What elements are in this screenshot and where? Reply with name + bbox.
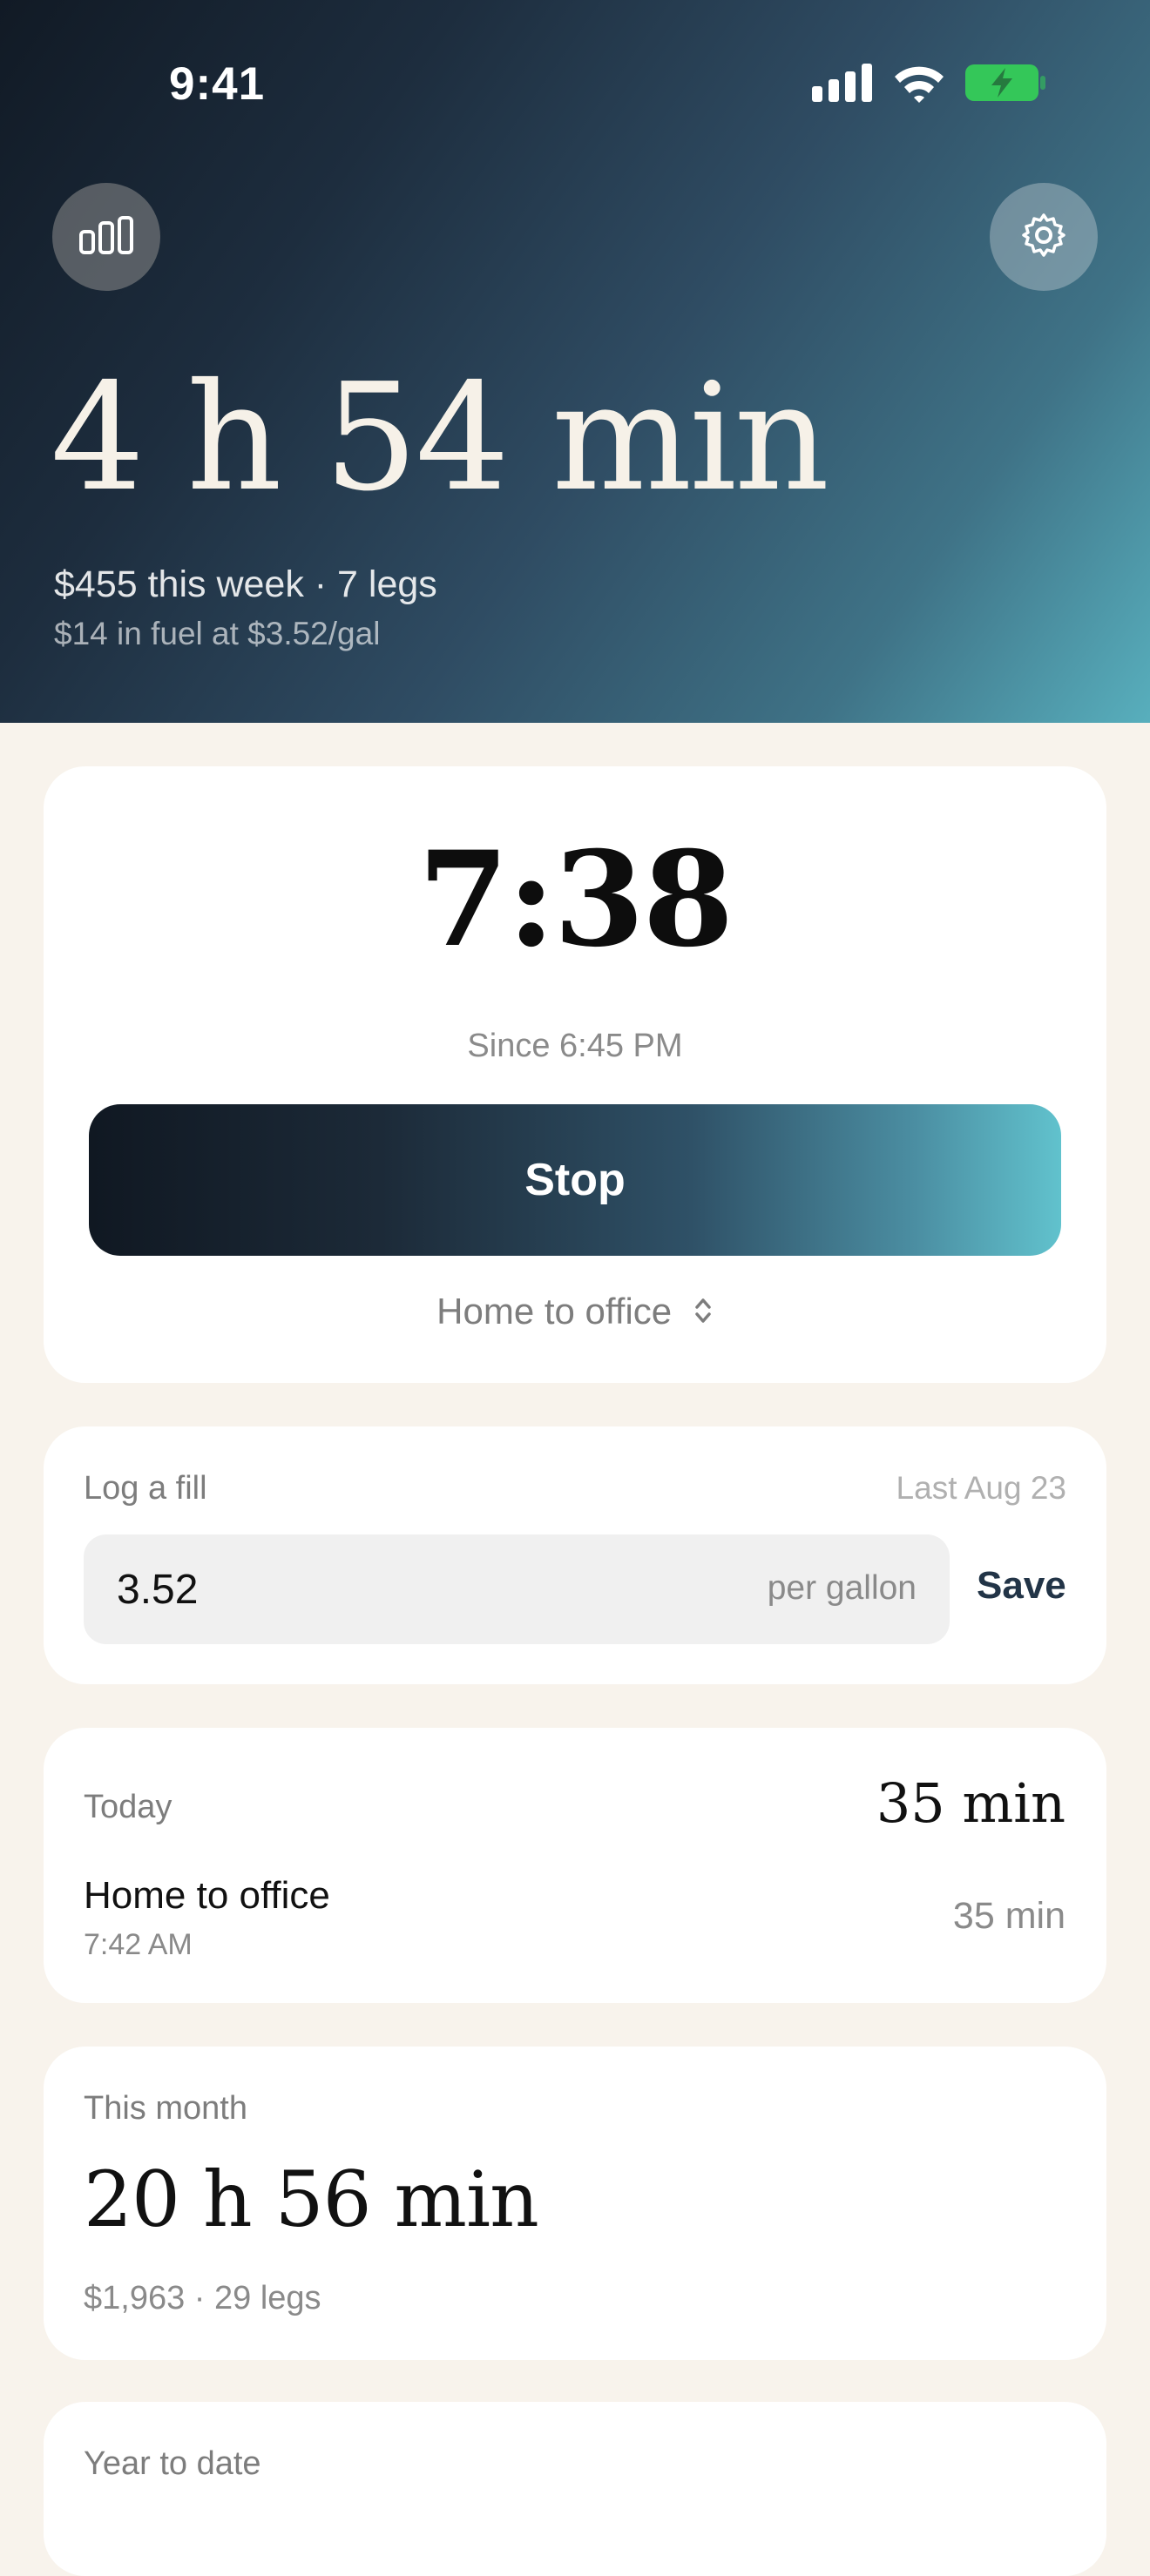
summary-header: 9:41 4 h 54 min $455 this week · 7 legs … [0,0,1150,723]
month-label: This month [84,2090,247,2127]
log-fill-label: Log a fill [84,1470,207,1507]
fuel-summary: $14 in fuel at $3.52/gal [54,616,381,651]
bar-chart-icon [78,215,134,259]
month-total: 20 h 56 min [84,2155,539,2244]
stop-button[interactable]: Stop [89,1104,1061,1256]
leg-duration: 35 min [952,1895,1065,1937]
elapsed-timer: 7:38 [417,823,734,976]
save-button[interactable]: Save [977,1564,1066,1608]
status-bar-time: 9:41 [169,58,266,110]
stats-button[interactable] [52,183,160,291]
fuel-price-unit: per gallon [767,1569,917,1607]
battery-charging-icon [965,63,1045,107]
status-bar-icons [812,63,1045,107]
today-card [44,1728,1106,2003]
timer-start-time: Since 6:45 PM [467,1028,683,1064]
fuel-price-input[interactable]: 3.52 per gallon [84,1534,950,1644]
fuel-price-value: 3.52 [117,1567,199,1613]
weekly-total-time: 4 h 54 min [51,352,829,524]
gear-icon [1020,212,1067,263]
last-fill-date: Last Aug 23 [896,1470,1066,1506]
weekly-summary: $455 this week · 7 legs [54,563,437,605]
route-selector[interactable]: Home to office [0,1291,1150,1335]
leg-route: Home to office [84,1874,330,1917]
today-label: Today [84,1789,172,1825]
settings-button[interactable] [990,183,1098,291]
route-label: Home to office [436,1291,673,1332]
year-to-date-card [44,2402,1106,2576]
ytd-label: Year to date [84,2445,261,2482]
month-summary: $1,963 · 29 legs [84,2280,321,2316]
chevron-up-down-icon [693,1293,714,1335]
cellular-signal-icon [812,64,873,106]
today-total: 35 min [876,1771,1065,1835]
leg-start-time: 7:42 AM [84,1928,193,1961]
wifi-icon [892,63,946,107]
